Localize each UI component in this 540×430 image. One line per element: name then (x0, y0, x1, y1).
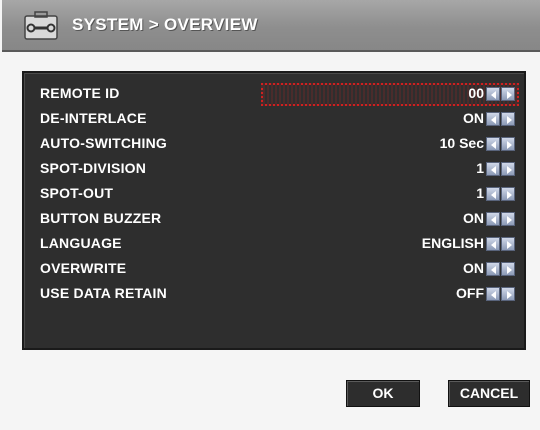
arrow-left-icon[interactable] (486, 262, 500, 276)
arrow-right-icon[interactable] (501, 162, 515, 176)
setting-value[interactable]: 10 Sec (440, 135, 484, 151)
arrow-left-icon[interactable] (486, 162, 500, 176)
title-bar: SYSTEM > OVERVIEW (2, 0, 540, 52)
setting-label: SPOT-DIVISION (40, 160, 147, 176)
arrow-right-icon[interactable] (501, 187, 515, 201)
page-title: SYSTEM > OVERVIEW (72, 15, 258, 34)
arrow-right-icon[interactable] (501, 137, 515, 151)
setting-label: DE-INTERLACE (40, 110, 147, 126)
arrow-right-icon[interactable] (501, 287, 515, 301)
arrow-right-icon[interactable] (501, 262, 515, 276)
setting-label: SPOT-OUT (40, 185, 114, 201)
setting-value[interactable]: 00 (468, 85, 484, 101)
setting-row-overwrite[interactable]: OVERWRITE ON (24, 257, 524, 282)
arrow-left-icon[interactable] (486, 212, 500, 226)
setting-value[interactable]: ENGLISH (422, 235, 484, 251)
setting-value[interactable]: ON (463, 210, 484, 226)
setting-label: REMOTE ID (40, 85, 120, 101)
arrow-left-icon[interactable] (486, 287, 500, 301)
arrow-right-icon[interactable] (501, 112, 515, 126)
wrench-toolbox-icon (24, 10, 58, 40)
setting-value[interactable]: 1 (476, 160, 484, 176)
value-arrows (485, 237, 517, 252)
setting-value[interactable]: OFF (456, 285, 484, 301)
arrow-right-icon[interactable] (501, 237, 515, 251)
setting-row-spot-division[interactable]: SPOT-DIVISION 1 (24, 157, 524, 182)
settings-panel: REMOTE ID 00 DE-INTERLACE ON AUTO-SWITCH… (22, 71, 526, 350)
arrow-left-icon[interactable] (486, 87, 500, 101)
value-arrows (485, 137, 517, 152)
arrow-left-icon[interactable] (486, 237, 500, 251)
value-arrows (485, 212, 517, 227)
setting-label: USE DATA RETAIN (40, 285, 167, 301)
setting-label: LANGUAGE (40, 235, 122, 251)
setting-value[interactable]: ON (463, 110, 484, 126)
arrow-right-icon[interactable] (501, 87, 515, 101)
value-arrows (485, 87, 517, 102)
setting-row-button-buzzer[interactable]: BUTTON BUZZER ON (24, 207, 524, 232)
cancel-button[interactable]: CANCEL (448, 380, 530, 407)
setting-row-auto-switching[interactable]: AUTO-SWITCHING 10 Sec (24, 132, 524, 157)
value-arrows (485, 262, 517, 277)
setting-label: BUTTON BUZZER (40, 210, 162, 226)
arrow-right-icon[interactable] (501, 212, 515, 226)
setting-value[interactable]: ON (463, 260, 484, 276)
setting-row-remote-id[interactable]: REMOTE ID 00 (24, 82, 524, 107)
arrow-left-icon[interactable] (486, 112, 500, 126)
setting-label: AUTO-SWITCHING (40, 135, 167, 151)
setting-row-use-data-retain[interactable]: USE DATA RETAIN OFF (24, 282, 524, 307)
value-arrows (485, 287, 517, 302)
arrow-left-icon[interactable] (486, 187, 500, 201)
setting-row-spot-out[interactable]: SPOT-OUT 1 (24, 182, 524, 207)
setting-row-de-interlace[interactable]: DE-INTERLACE ON (24, 107, 524, 132)
setting-row-language[interactable]: LANGUAGE ENGLISH (24, 232, 524, 257)
setting-value[interactable]: 1 (476, 185, 484, 201)
setting-label: OVERWRITE (40, 260, 127, 276)
ok-button[interactable]: OK (346, 380, 420, 407)
value-arrows (485, 162, 517, 177)
arrow-left-icon[interactable] (486, 137, 500, 151)
system-overview-screen: SYSTEM > OVERVIEW REMOTE ID 00 DE-INTERL… (0, 0, 540, 430)
value-arrows (485, 112, 517, 127)
value-arrows (485, 187, 517, 202)
